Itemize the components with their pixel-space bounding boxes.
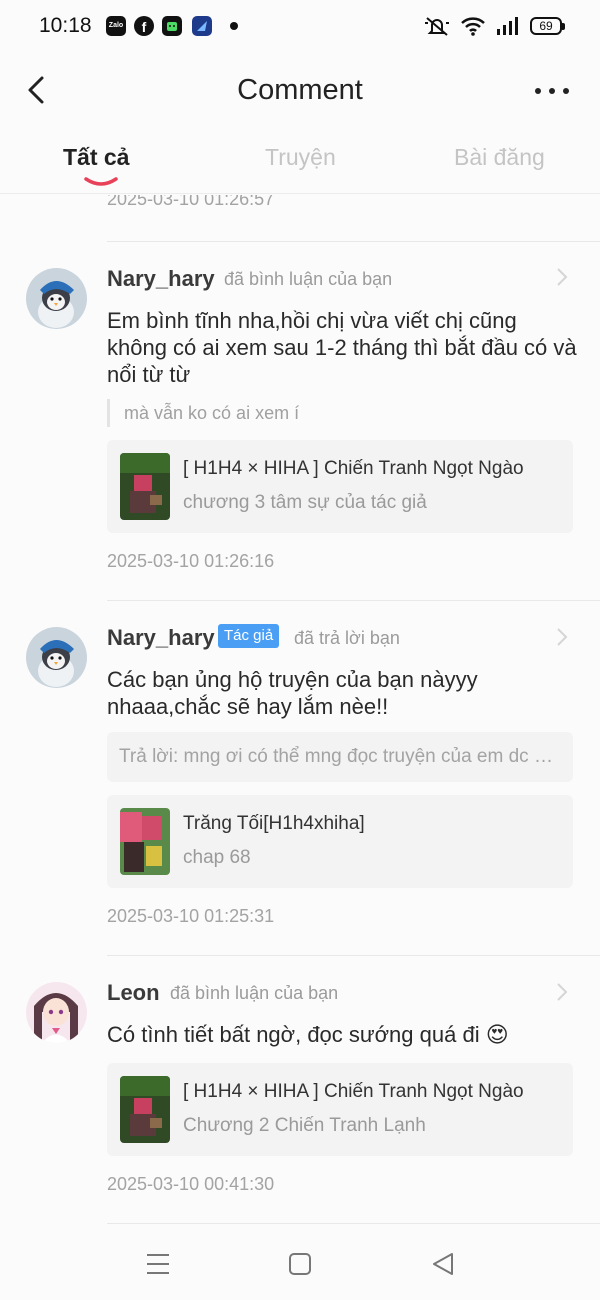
tab-bar: Tất cả Truyện Bài đăng <box>0 132 600 194</box>
avatar[interactable] <box>26 627 87 688</box>
quoted-comment: mà vẫn ko có ai xem í <box>107 399 567 427</box>
home-button[interactable] <box>285 1249 315 1279</box>
page-title: Comment <box>237 74 363 106</box>
comment-body: Các bạn ủng hộ truyện của bạn nàyyy nhaa… <box>107 667 478 719</box>
story-title: Trăng Tối[H1h4xhiha] <box>183 813 365 834</box>
tab-stories[interactable]: Truyện <box>265 144 336 171</box>
status-time: 10:18 <box>39 14 92 37</box>
zalo-icon: Zalo <box>106 16 126 36</box>
system-navigation-bar <box>0 1225 600 1300</box>
action-text: đã trả lời bạn <box>294 628 400 648</box>
story-chapter: chương 3 tâm sự của tác giả <box>183 492 427 513</box>
divider <box>107 1223 600 1224</box>
author-badge: Tác giả <box>218 624 280 648</box>
comment-timestamp: 2025-03-10 00:41:30 <box>107 1174 275 1194</box>
comment-timestamp: 2025-03-10 01:25:31 <box>107 906 275 926</box>
comment-timestamp: 2025-03-10 01:26:16 <box>107 551 275 571</box>
status-indicators: 69 <box>424 14 565 38</box>
story-chapter: chap 68 <box>183 847 251 868</box>
green-app-icon <box>162 16 182 36</box>
avatar[interactable] <box>26 982 87 1043</box>
action-text: đã bình luận của bạn <box>170 983 339 1003</box>
chevron-right-icon[interactable] <box>556 982 568 1002</box>
comment-body: Em bình tĩnh nha,hồi chị vừa viết chị cũ… <box>107 308 577 387</box>
recent-apps-button[interactable] <box>143 1249 173 1279</box>
avatar[interactable] <box>26 268 87 329</box>
chevron-right-icon[interactable] <box>556 627 568 647</box>
wifi-icon <box>461 17 485 36</box>
story-title: [ H1H4 × HIHA ] Chiến Tranh Ngọt Ngào <box>183 458 524 479</box>
story-thumbnail <box>120 808 170 875</box>
mute-bell-icon <box>425 17 449 36</box>
comment-body: Có tình tiết bất ngờ, đọc sướng quá đi 😍 <box>107 1022 509 1047</box>
more-options-button[interactable] <box>534 76 570 106</box>
tab-posts[interactable]: Bài đăng <box>454 144 545 171</box>
reply-context[interactable]: Trả lời: mng ơi có thể mng đọc truyện củ… <box>107 732 573 782</box>
system-back-button[interactable] <box>428 1249 458 1279</box>
signal-icon <box>497 17 518 35</box>
status-bar: 10:18 Zalo f 69 <box>0 0 600 52</box>
comment-screen: 10:18 Zalo f 69 Comment Tất cả Truyện Bà… <box>0 0 600 1300</box>
blue-app-icon <box>192 16 212 36</box>
username[interactable]: Leon <box>107 980 160 1006</box>
chevron-right-icon[interactable] <box>556 267 568 287</box>
divider <box>107 600 600 601</box>
app-header: Comment <box>0 60 600 124</box>
tab-all[interactable]: Tất cả <box>63 144 129 171</box>
active-tab-indicator <box>84 177 118 186</box>
notification-dot-icon <box>230 22 238 30</box>
story-thumbnail <box>120 1076 170 1143</box>
story-card[interactable]: [ H1H4 × HIHA ] Chiến Tranh Ngọt Ngào ch… <box>107 440 573 533</box>
story-card[interactable]: Trăng Tối[H1h4xhiha] chap 68 <box>107 795 573 888</box>
username[interactable]: Nary_hary <box>107 625 215 651</box>
divider <box>107 241 600 242</box>
divider <box>107 955 600 956</box>
facebook-icon: f <box>134 16 154 36</box>
comment-timestamp: 2025-03-10 01:26:57 <box>107 195 275 209</box>
action-text: đã bình luận của bạn <box>224 269 393 289</box>
story-chapter: Chương 2 Chiến Tranh Lạnh <box>183 1115 426 1136</box>
triangle-back-icon <box>433 1253 453 1275</box>
square-home-icon <box>289 1253 311 1275</box>
story-card[interactable]: [ H1H4 × HIHA ] Chiến Tranh Ngọt Ngào Ch… <box>107 1063 573 1156</box>
story-thumbnail <box>120 453 170 520</box>
menu-lines-icon <box>147 1254 169 1274</box>
story-title: [ H1H4 × HIHA ] Chiến Tranh Ngọt Ngào <box>183 1081 524 1102</box>
comment-feed[interactable]: 2025-03-10 01:26:57 Nary_hary đã bình lu… <box>0 195 600 1225</box>
more-dots-icon <box>535 88 569 94</box>
username[interactable]: Nary_hary <box>107 266 215 292</box>
battery-icon: 69 <box>530 17 565 35</box>
